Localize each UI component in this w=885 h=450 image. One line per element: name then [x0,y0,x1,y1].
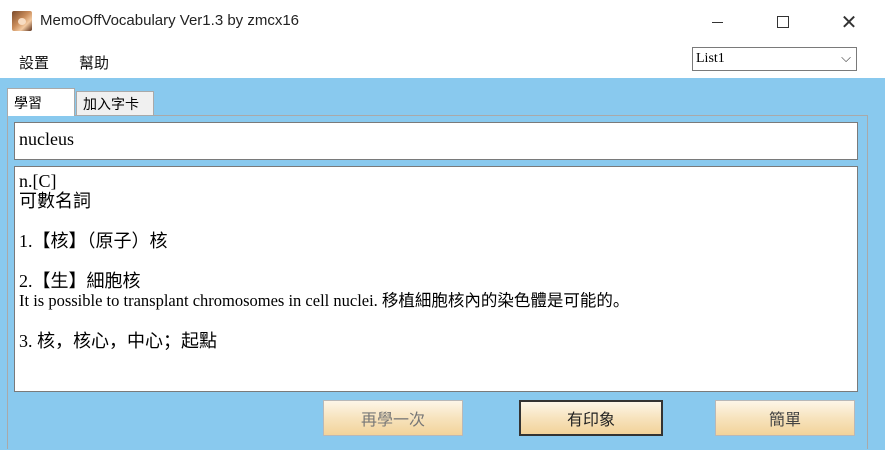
menu-help[interactable]: 幫助 [79,52,109,73]
definition-line: 1.【核】（原子）核 [19,231,168,251]
maximize-icon [777,16,789,28]
list-select-value: List1 [696,51,725,66]
tab-add-card[interactable]: 加入字卡 [76,91,154,115]
definition-spacer [19,311,857,331]
word-field[interactable]: nucleus [14,122,858,160]
definition-line: 可數名詞 [19,191,91,211]
study-again-button[interactable]: 再學一次 [323,400,463,436]
impression-button[interactable]: 有印象 [519,400,663,436]
easy-button[interactable]: 簡單 [715,400,855,436]
definition-spacer [19,211,857,231]
chevron-down-icon: ⌵ [841,51,851,66]
definition-line: 2.【生】細胞核 [19,271,141,291]
window-title: MemoOffVocabulary Ver1.3 by zmcx16 [40,12,300,29]
definition-line: n.[C] [19,171,57,191]
list-select[interactable]: List1 ⌵ [692,47,857,71]
definition-example: It is possible to transplant chromosomes… [19,291,630,310]
tab-learn[interactable]: 學習 [7,88,75,116]
app-icon [12,11,32,31]
definition-line: 3. 核，核心，中心；起點 [19,331,217,351]
minimize-icon [711,21,723,23]
close-icon: ✕ [840,10,858,34]
close-button[interactable]: ✕ [826,0,872,44]
definition-box[interactable]: n.[C] 可數名詞 1.【核】（原子）核 2.【生】細胞核 It is pos… [14,166,858,392]
minimize-button[interactable] [694,0,740,44]
maximize-button[interactable] [760,0,806,44]
menu-settings[interactable]: 設置 [19,52,49,73]
title-bar: MemoOffVocabulary Ver1.3 by zmcx16 ✕ [0,0,885,44]
definition-spacer [19,251,857,271]
